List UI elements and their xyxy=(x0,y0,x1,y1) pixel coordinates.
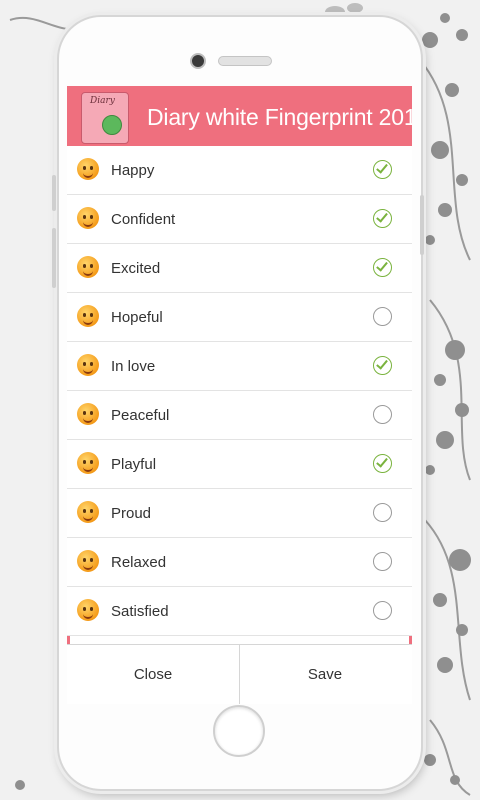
checked-circle-icon[interactable] xyxy=(373,258,392,277)
app-bar: Diary Diary white Fingerprint 2018 xyxy=(67,86,412,146)
earpiece-speaker xyxy=(218,56,272,66)
mood-row[interactable]: Satisfied xyxy=(67,587,412,636)
checked-circle-icon[interactable] xyxy=(373,160,392,179)
satisfied-emoji-icon xyxy=(77,599,99,621)
unchecked-circle-icon[interactable] xyxy=(373,307,392,326)
front-camera-icon xyxy=(190,53,206,69)
mood-label: Excited xyxy=(111,260,161,277)
close-button[interactable]: Close xyxy=(67,645,240,704)
phone-side-button xyxy=(52,175,56,211)
mood-label: Happy xyxy=(111,162,155,179)
mood-label: Playful xyxy=(111,456,157,473)
app-icon-text: Diary xyxy=(90,96,115,106)
mood-row[interactable]: Playful xyxy=(67,440,412,489)
mood-row[interactable]: Happy xyxy=(67,146,412,195)
mood-label: Peaceful xyxy=(111,407,170,424)
unchecked-circle-icon[interactable] xyxy=(373,503,392,522)
mood-label: Confident xyxy=(111,211,176,228)
app-icon-ball xyxy=(102,115,122,135)
unchecked-circle-icon[interactable] xyxy=(373,601,392,620)
mood-label: Satisfied xyxy=(111,603,169,620)
mood-row[interactable]: Peaceful xyxy=(67,391,412,440)
mood-row[interactable]: Proud xyxy=(67,489,412,538)
hopeful-emoji-icon xyxy=(77,305,99,327)
mood-row[interactable]: Confident xyxy=(67,195,412,244)
excited-emoji-icon xyxy=(77,256,99,278)
confident-emoji-icon xyxy=(77,207,99,229)
mood-row[interactable]: Relaxed xyxy=(67,538,412,587)
proud-emoji-icon xyxy=(77,501,99,523)
phone-side-button xyxy=(52,228,56,288)
mood-label: Proud xyxy=(111,505,152,522)
app-title: Diary white Fingerprint 2018 xyxy=(147,104,412,130)
in-love-emoji-icon xyxy=(77,354,99,376)
mood-row[interactable]: In love xyxy=(67,342,412,391)
happy-emoji-icon xyxy=(77,158,99,180)
checked-circle-icon[interactable] xyxy=(373,356,392,375)
phone-side-button xyxy=(420,195,424,255)
unchecked-circle-icon[interactable] xyxy=(373,552,392,571)
diary-app-icon: Diary xyxy=(81,92,129,144)
checked-circle-icon[interactable] xyxy=(373,454,392,473)
checked-circle-icon[interactable] xyxy=(373,209,392,228)
mood-row[interactable]: Hopeful xyxy=(67,293,412,342)
home-button[interactable] xyxy=(213,705,265,757)
mood-label: Hopeful xyxy=(111,309,163,326)
app-screen: Diary Diary white Fingerprint 2018 Happy… xyxy=(67,86,412,704)
mood-label: In love xyxy=(111,358,156,375)
dialog-footer: Close Save xyxy=(67,644,412,704)
unchecked-circle-icon[interactable] xyxy=(373,405,392,424)
relaxed-emoji-icon xyxy=(77,550,99,572)
save-button[interactable]: Save xyxy=(239,645,411,704)
peaceful-emoji-icon xyxy=(77,403,99,425)
mood-label: Relaxed xyxy=(111,554,167,571)
mood-list: Happy Confident Excited Hopeful In love Peace… xyxy=(67,146,412,636)
playful-emoji-icon xyxy=(77,452,99,474)
mood-row[interactable]: Excited xyxy=(67,244,412,293)
